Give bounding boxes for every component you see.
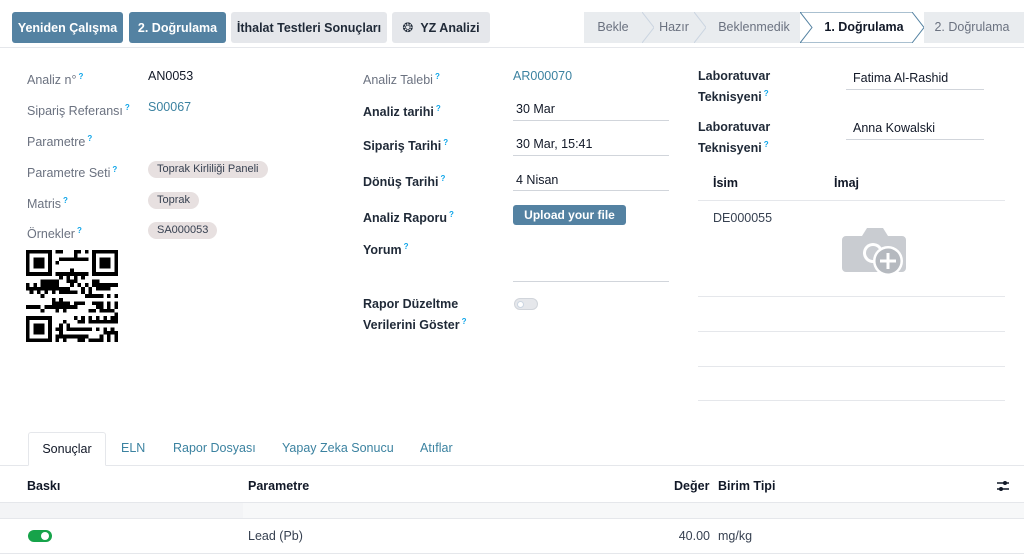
correction-label: Rapor Düzeltme Verilerini Göster? [363,297,467,333]
status-separator [694,12,706,43]
analysis-date-field[interactable]: 30 Mar [516,101,555,118]
table-divider [698,296,1005,297]
qr-code [26,250,118,342]
field-underline [846,89,984,90]
parameter-cell: Lead (Pb) [248,529,303,543]
status-step-second-validation[interactable]: 2. Doğrulama [922,12,1022,43]
data-entry-name[interactable]: DE000055 [713,210,772,227]
value-cell: 40.00 [678,529,710,543]
samples-label: Örnekler? [27,226,82,242]
toggle-knob [517,301,524,308]
analysis-request-link[interactable]: AR000070 [513,68,572,85]
analysis-number-value: AN0053 [148,69,194,83]
technician-2-field[interactable]: Anna Kowalski [853,120,935,137]
analysis-date-label: Analiz tarihi? [363,104,441,120]
order-date-label: Sipariş Tarihi? [363,138,449,154]
tab-citations[interactable]: Atıflar [420,441,453,455]
correction-toggle[interactable] [514,298,538,310]
table-divider [698,400,1005,401]
ai-icon: ❂ [402,19,414,35]
field-underline [846,139,984,140]
order-ref-label: Sipariş Referansı? [27,103,130,119]
parameter-set-label: Parametre Seti? [27,165,118,181]
matrix-tag[interactable]: Toprak [148,192,200,209]
comment-field[interactable] [513,281,669,282]
return-date-label: Dönüş Tarihi? [363,174,446,190]
add-image-icon[interactable] [842,222,908,280]
parameter-set-tag[interactable]: Toprak Kirliliği Paneli [148,161,268,178]
status-step-unexpected[interactable]: Beklenmedik [708,12,800,43]
tab-report-file[interactable]: Rapor Dosyası [173,441,256,455]
field-underline [513,155,669,156]
status-step-first-validation[interactable]: 1. Doğrulama [810,12,918,43]
toggle-knob [41,532,49,540]
table-group-spacer [243,503,1024,518]
analysis-report-label: Analiz Raporu? [363,210,454,226]
table-divider [698,331,1005,332]
import-results-button[interactable]: İthalat Testleri Sonuçları [231,12,387,43]
control-panel: Yeniden Çalışma 2. Doğrulama İthalat Tes… [0,0,1024,48]
ai-analysis-button[interactable]: ❂ YZ Analizi [392,12,490,43]
matrix-label: Matris? [27,196,68,212]
column-settings-icon[interactable] [996,480,1010,492]
status-step-wait[interactable]: Bekle [584,12,642,43]
return-date-field[interactable]: 4 Nisan [516,172,558,189]
ai-analysis-label: YZ Analizi [420,20,480,35]
parameter-column-header[interactable]: Parametre [248,479,309,493]
tabs-divider [0,465,1024,466]
upload-file-button[interactable]: Upload your file [513,205,626,225]
tab-results[interactable]: Sonuçlar [28,432,106,466]
unit-column-header[interactable]: Birim Tipi [718,479,775,493]
table-divider [698,200,1005,201]
image-column-header: İmaj [834,176,860,190]
status-step-ready[interactable]: Hazır [652,12,696,43]
table-divider [698,366,1005,367]
value-column-header[interactable]: Değer [674,479,709,493]
table-divider [0,553,1024,554]
field-underline [513,120,669,121]
tab-ai-result[interactable]: Yapay Zeka Sonucu [282,441,394,455]
technician-1-label: Laboratuvar Teknisyeni? [698,69,771,105]
technician-1-field[interactable]: Fatima Al-Rashid [853,70,948,87]
second-validation-button[interactable]: 2. Doğrulama [129,12,226,43]
table-divider [0,518,1024,519]
analysis-request-label: Analiz Talebi? [363,72,440,88]
analysis-number-label: Analiz n°? [27,72,84,88]
tab-eln[interactable]: ELN [121,441,145,455]
print-toggle[interactable] [28,530,52,542]
field-underline [513,190,669,191]
restart-button[interactable]: Yeniden Çalışma [12,12,123,43]
technician-2-label: Laboratuvar Teknisyeni? [698,120,771,156]
order-ref-link[interactable]: S00067 [148,99,191,116]
parameter-label: Parametre? [27,134,93,150]
comment-label: Yorum? [363,242,409,258]
order-date-field[interactable]: 30 Mar, 15:41 [516,136,592,153]
name-column-header: İsim [713,176,739,190]
status-bar: Bekle Hazır Beklenmedik 1. Doğrulama 2. … [584,12,1024,43]
unit-cell: mg/kg [718,529,753,543]
sample-tag[interactable]: SA000053 [148,222,218,239]
print-column-header[interactable]: Baskı [27,479,60,493]
